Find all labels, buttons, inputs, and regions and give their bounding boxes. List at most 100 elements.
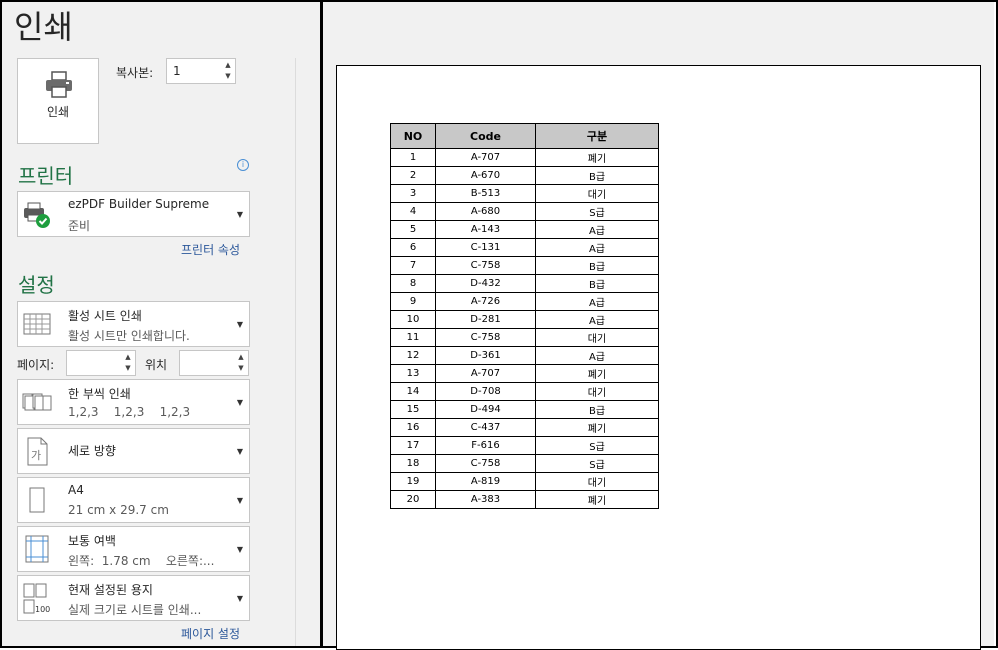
cell-code: D-281 bbox=[435, 310, 536, 329]
paper-size-dropdown[interactable]: A4 21 cm x 29.7 cm ▼ bbox=[17, 477, 250, 523]
table-row: 20 A-383 폐기 bbox=[390, 490, 659, 509]
cell-category: A급 bbox=[535, 238, 659, 257]
cell-code: A-707 bbox=[435, 364, 536, 383]
scaling-dropdown[interactable]: 100 현재 설정된 용지 실제 크기로 시트를 인쇄... ▼ bbox=[17, 575, 250, 621]
panel-divider bbox=[295, 58, 296, 646]
cell-category: S급 bbox=[535, 454, 659, 473]
cell-category: 폐기 bbox=[535, 418, 659, 437]
table-row: 11 C-758 대기 bbox=[390, 328, 659, 347]
table-row: 16 C-437 폐기 bbox=[390, 418, 659, 437]
table-row: 18 C-758 S급 bbox=[390, 454, 659, 473]
cell-code: A-383 bbox=[435, 490, 536, 509]
cell-no: 3 bbox=[390, 184, 436, 203]
settings-section-title: 설정 bbox=[18, 273, 55, 297]
table-row: 19 A-819 대기 bbox=[390, 472, 659, 491]
cell-category: B급 bbox=[535, 256, 659, 275]
cell-no: 11 bbox=[390, 328, 436, 347]
cell-no: 18 bbox=[390, 454, 436, 473]
cell-no: 17 bbox=[390, 436, 436, 455]
table-row: 9 A-726 A급 bbox=[390, 292, 659, 311]
cell-code: C-131 bbox=[435, 238, 536, 257]
cell-category: A급 bbox=[535, 310, 659, 329]
margins-dropdown[interactable]: 보통 여백 왼쪽: 1.78 cm 오른쪽:... ▼ bbox=[17, 526, 250, 572]
cell-no: 4 bbox=[390, 202, 436, 221]
table-row: 12 D-361 A급 bbox=[390, 346, 659, 365]
spin-down-icon[interactable]: ▼ bbox=[123, 363, 133, 373]
spin-up-icon[interactable]: ▲ bbox=[223, 60, 233, 70]
cell-category: 대기 bbox=[535, 328, 659, 347]
cell-code: C-758 bbox=[435, 328, 536, 347]
print-what-title: 활성 시트 인쇄 bbox=[68, 309, 142, 323]
cell-no: 5 bbox=[390, 220, 436, 239]
cell-code: A-819 bbox=[435, 472, 536, 491]
table-row: 14 D-708 대기 bbox=[390, 382, 659, 401]
header-no: NO bbox=[390, 123, 436, 149]
cell-code: D-708 bbox=[435, 382, 536, 401]
cell-category: 대기 bbox=[535, 382, 659, 401]
cell-no: 13 bbox=[390, 364, 436, 383]
cell-code: D-432 bbox=[435, 274, 536, 293]
cell-no: 2 bbox=[390, 166, 436, 185]
table-row: 3 B-513 대기 bbox=[390, 184, 659, 203]
print-settings-panel: 인쇄 인쇄 복사본: 1 ▲ ▼ 프린터 i ezPDF Builder Sup… bbox=[2, 2, 323, 646]
orientation-dropdown[interactable]: 가 세로 방향 ▼ bbox=[17, 428, 250, 474]
cell-no: 7 bbox=[390, 256, 436, 275]
paper-size-icon bbox=[29, 487, 45, 513]
spin-down-icon[interactable]: ▼ bbox=[236, 363, 246, 373]
collate-title: 한 부씩 인쇄 bbox=[68, 387, 131, 401]
margins-icon bbox=[25, 535, 49, 563]
cell-no: 16 bbox=[390, 418, 436, 437]
cell-no: 15 bbox=[390, 400, 436, 419]
cell-code: D-494 bbox=[435, 400, 536, 419]
cell-category: B급 bbox=[535, 274, 659, 293]
collate-dropdown[interactable]: 한 부씩 인쇄 1,2,3 1,2,3 1,2,3 ▼ bbox=[17, 379, 250, 425]
spin-up-icon[interactable]: ▲ bbox=[123, 352, 133, 362]
header-category: 구분 bbox=[535, 123, 659, 149]
portrait-page-icon: 가 bbox=[27, 437, 48, 466]
chevron-down-icon: ▼ bbox=[236, 594, 243, 603]
cell-category: A급 bbox=[535, 220, 659, 239]
pages-to-label: 위치 bbox=[145, 358, 168, 372]
paper-size-subtitle: 21 cm x 29.7 cm bbox=[68, 503, 169, 517]
print-what-dropdown[interactable]: 활성 시트 인쇄 활성 시트만 인쇄합니다. ▼ bbox=[17, 301, 250, 347]
svg-text:100: 100 bbox=[35, 605, 50, 614]
table-row: 8 D-432 B급 bbox=[390, 274, 659, 293]
table-row: 15 D-494 B급 bbox=[390, 400, 659, 419]
cell-code: C-758 bbox=[435, 454, 536, 473]
sheet-grid-icon bbox=[23, 313, 51, 335]
cell-no: 1 bbox=[390, 148, 436, 167]
print-button[interactable]: 인쇄 bbox=[17, 58, 99, 144]
page-setup-link[interactable]: 페이지 설정 bbox=[181, 625, 240, 642]
printer-properties-link[interactable]: 프린터 속성 bbox=[181, 241, 240, 258]
printer-name: ezPDF Builder Supreme bbox=[68, 197, 210, 211]
table-row: 13 A-707 폐기 bbox=[390, 364, 659, 383]
spin-up-icon[interactable]: ▲ bbox=[236, 352, 246, 362]
copies-value: 1 bbox=[173, 64, 181, 78]
cell-code: A-726 bbox=[435, 292, 536, 311]
table-row: 17 F-616 S급 bbox=[390, 436, 659, 455]
cell-category: B급 bbox=[535, 166, 659, 185]
printer-section-title: 프린터 bbox=[18, 164, 74, 188]
spin-down-icon[interactable]: ▼ bbox=[223, 71, 233, 81]
printer-dropdown[interactable]: ezPDF Builder Supreme 준비 ▼ bbox=[17, 191, 250, 237]
info-icon[interactable]: i bbox=[237, 159, 249, 171]
cell-category: S급 bbox=[535, 202, 659, 221]
copies-input[interactable]: 1 ▲ ▼ bbox=[166, 58, 236, 84]
cell-code: A-707 bbox=[435, 148, 536, 167]
cell-no: 14 bbox=[390, 382, 436, 401]
scaling-icon: 100 bbox=[23, 583, 50, 614]
cell-no: 8 bbox=[390, 274, 436, 293]
cell-code: A-680 bbox=[435, 202, 536, 221]
table-row: 1 A-707 폐기 bbox=[390, 148, 659, 167]
scaling-subtitle: 실제 크기로 시트를 인쇄... bbox=[68, 603, 202, 617]
cell-no: 9 bbox=[390, 292, 436, 311]
chevron-down-icon: ▼ bbox=[236, 320, 243, 329]
pages-from-input[interactable]: ▲ ▼ bbox=[66, 350, 136, 376]
cell-no: 10 bbox=[390, 310, 436, 329]
cell-no: 20 bbox=[390, 490, 436, 509]
cell-category: S급 bbox=[535, 436, 659, 455]
preview-page: NO Code 구분 1 A-707 폐기 2 A-670 B급 3 B-513 대기 4 A-68… bbox=[336, 65, 981, 650]
cell-code: F-616 bbox=[435, 436, 536, 455]
collate-icon bbox=[22, 393, 52, 411]
pages-to-input[interactable]: ▲ ▼ bbox=[179, 350, 249, 376]
